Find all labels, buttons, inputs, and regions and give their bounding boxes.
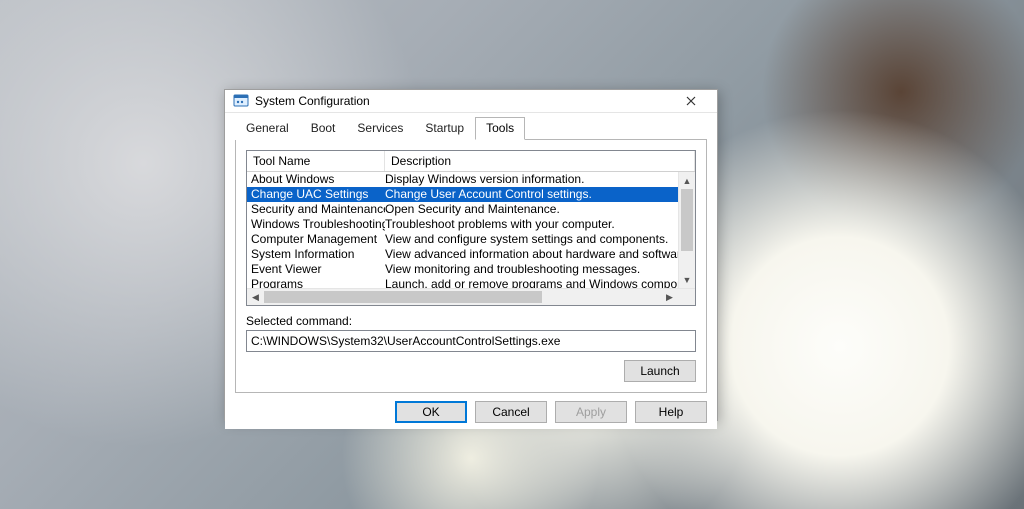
cell-description: Change User Account Control settings. [385, 187, 678, 202]
cell-description: Display Windows version information. [385, 172, 678, 187]
scroll-right-arrow-icon[interactable]: ▶ [661, 289, 678, 305]
selected-command-label: Selected command: [246, 314, 696, 328]
vertical-scrollbar[interactable]: ▲ ▼ [678, 172, 695, 288]
table-row[interactable]: Computer ManagementView and configure sy… [247, 232, 678, 247]
client-area: General Boot Services Startup Tools Tool… [225, 113, 717, 401]
tools-listview: Tool Name Description About WindowsDispl… [246, 150, 696, 306]
tab-panel-tools: Tool Name Description About WindowsDispl… [235, 140, 707, 393]
selected-command-field[interactable] [246, 330, 696, 352]
system-configuration-dialog: System Configuration General Boot Servic… [224, 89, 718, 421]
scroll-up-arrow-icon[interactable]: ▲ [679, 172, 695, 189]
selected-command-section: Selected command: [246, 314, 696, 352]
titlebar[interactable]: System Configuration [225, 90, 717, 113]
cell-description: Open Security and Maintenance. [385, 202, 678, 217]
column-header-tool-name[interactable]: Tool Name [247, 151, 385, 171]
table-row[interactable]: Security and MaintenanceOpen Security an… [247, 202, 678, 217]
horizontal-scroll-track[interactable] [264, 289, 661, 305]
scroll-left-arrow-icon[interactable]: ◀ [247, 289, 264, 305]
cell-tool-name: Programs [247, 277, 385, 288]
cell-tool-name: Event Viewer [247, 262, 385, 277]
tab-services[interactable]: Services [346, 117, 414, 140]
cell-tool-name: Change UAC Settings [247, 187, 385, 202]
tab-general[interactable]: General [235, 117, 300, 140]
cell-description: Troubleshoot problems with your computer… [385, 217, 678, 232]
cell-tool-name: Computer Management [247, 232, 385, 247]
ok-button[interactable]: OK [395, 401, 467, 423]
table-row[interactable]: Windows TroubleshootingTroubleshoot prob… [247, 217, 678, 232]
table-row[interactable]: ProgramsLaunch, add or remove programs a… [247, 277, 678, 288]
dialog-button-row: OK Cancel Apply Help [225, 401, 717, 429]
scrollbar-corner [678, 289, 695, 305]
cell-description: View advanced information about hardware… [385, 247, 678, 262]
cancel-button[interactable]: Cancel [475, 401, 547, 423]
listview-header: Tool Name Description [247, 151, 695, 172]
table-row[interactable]: Event ViewerView monitoring and troubles… [247, 262, 678, 277]
tab-startup[interactable]: Startup [414, 117, 475, 140]
tab-tools[interactable]: Tools [475, 117, 525, 140]
column-header-description[interactable]: Description [385, 151, 695, 171]
cell-tool-name: About Windows [247, 172, 385, 187]
window-title: System Configuration [255, 94, 671, 108]
cell-tool-name: Security and Maintenance [247, 202, 385, 217]
table-row[interactable]: About WindowsDisplay Windows version inf… [247, 172, 678, 187]
cell-tool-name: Windows Troubleshooting [247, 217, 385, 232]
cell-description: View and configure system settings and c… [385, 232, 678, 247]
table-row[interactable]: Change UAC SettingsChange User Account C… [247, 187, 678, 202]
listview-rows[interactable]: About WindowsDisplay Windows version inf… [247, 172, 678, 288]
scroll-down-arrow-icon[interactable]: ▼ [679, 271, 695, 288]
close-button[interactable] [671, 90, 711, 112]
app-icon [233, 93, 249, 109]
vertical-scroll-thumb[interactable] [681, 189, 693, 251]
cell-description: View monitoring and troubleshooting mess… [385, 262, 678, 277]
tab-boot[interactable]: Boot [300, 117, 347, 140]
cell-tool-name: System Information [247, 247, 385, 262]
launch-button[interactable]: Launch [624, 360, 696, 382]
apply-button[interactable]: Apply [555, 401, 627, 423]
table-row[interactable]: System InformationView advanced informat… [247, 247, 678, 262]
horizontal-scroll-thumb[interactable] [264, 291, 542, 303]
tab-strip: General Boot Services Startup Tools [235, 117, 707, 140]
cell-description: Launch, add or remove programs and Windo… [385, 277, 678, 288]
help-button[interactable]: Help [635, 401, 707, 423]
horizontal-scrollbar[interactable]: ◀ ▶ [247, 288, 695, 305]
